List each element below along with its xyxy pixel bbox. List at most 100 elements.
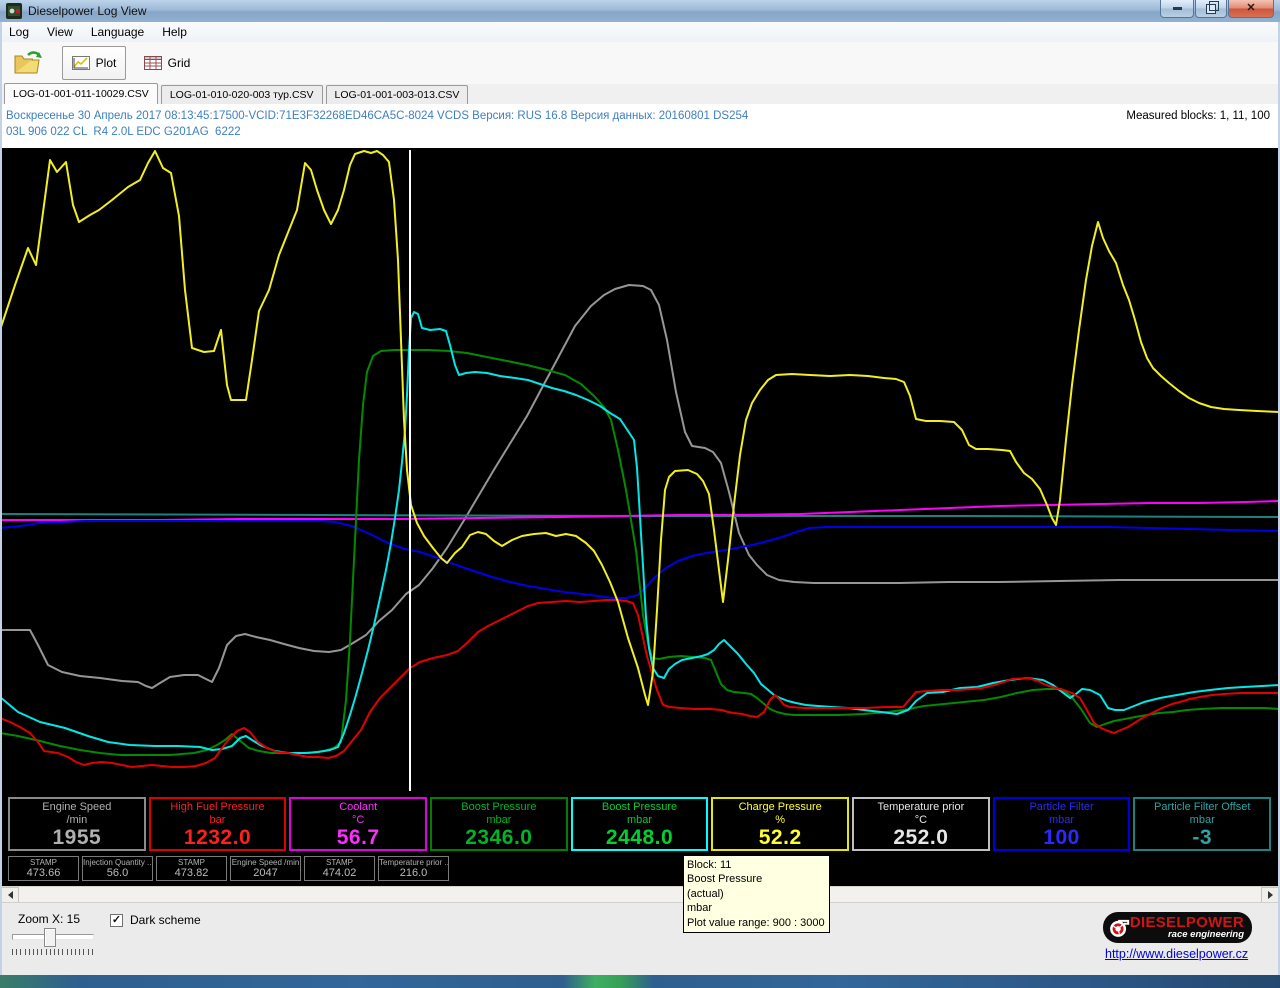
mini-panel-value: 2047 [231,868,300,879]
taskbar-strip [0,975,1280,988]
tooltip-line-4: Plot value range: 900 : 3000 [687,916,826,930]
slider-tick [67,949,68,955]
panel-value: -3 [1135,826,1269,850]
file-tab-2[interactable]: LOG-01-001-003-013.CSV [326,85,469,104]
grid-button-label: Grid [168,56,191,70]
stamp-panels: STAMP473.66Injection Quantity ...56.0STA… [8,856,449,881]
mini-panel-0[interactable]: STAMP473.66 [8,856,79,881]
slider-tick [79,949,80,955]
open-folder-icon [13,50,43,76]
close-icon: ✕ [1246,3,1255,14]
dieselpower-logo: DIESELPOWER race engineering [1103,912,1252,943]
logo-title: DIESELPOWER [1130,915,1244,930]
restore-icon [1206,4,1216,14]
slider-tick [83,949,84,955]
panel-label: Engine Speed [10,801,144,814]
panel-particle-filter[interactable]: Particle Filtermbar100 [993,797,1131,851]
horizontal-scrollbar[interactable] [0,886,1280,903]
panel-label: Boost Pressure [432,801,566,814]
mini-panel-1[interactable]: Injection Quantity ...56.0 [82,856,153,881]
panel-value: 100 [995,826,1129,850]
measured-blocks-label: Measured blocks: 1, 11, 100 [1126,110,1270,122]
slider-tick [46,949,47,955]
panel-boost-pressure[interactable]: Boost Pressurembar2346.0 [430,797,568,851]
panel-unit: mbar [1135,814,1269,826]
series-high-fuel-pressure-red [0,600,1280,767]
grid-view-button[interactable]: Grid [136,46,198,80]
dark-scheme-checkbox[interactable]: ✓ [110,914,123,927]
slider-tick [71,949,72,955]
tooltip-line-1: Boost Pressure [687,872,826,886]
bottom-control-bar: Zoom X: 15 ✓ Dark scheme DIESELPOWER rac… [0,902,1280,976]
slider-tick [29,949,30,955]
panel-unit: bar [151,814,285,826]
slider-tick [33,949,34,955]
toolbar: Plot Grid [0,42,1280,85]
mini-panel-2[interactable]: STAMP473.82 [156,856,227,881]
open-file-button[interactable] [8,46,48,80]
measurement-panel-strip: Engine Speed/min1955High Fuel Pressureba… [0,793,1280,886]
window-title: Dieselpower Log View [28,0,147,22]
panel-unit: /min [10,814,144,826]
slider-tick [37,949,38,955]
panel-charge-pressure[interactable]: Charge Pressure%52.2 [711,797,849,851]
mini-panel-5[interactable]: Temperature prior ...216.0 [378,856,449,881]
window-border-left [0,22,2,975]
series-tooltip: Block: 11Boost Pressure(actual)mbarPlot … [683,855,830,933]
website-link[interactable]: http://www.dieselpower.cz [1105,947,1248,961]
scroll-left-button[interactable] [1,887,19,903]
mini-panel-value: 473.66 [9,868,78,879]
zoom-slider-thumb[interactable] [44,928,56,947]
mini-panel-value: 473.82 [157,868,226,879]
measurement-panels: Engine Speed/min1955High Fuel Pressureba… [8,797,1271,851]
logo-text: DIESELPOWER race engineering [1130,915,1244,940]
mini-panel-4[interactable]: STAMP474.02 [304,856,375,881]
slider-tick [20,949,21,955]
dark-scheme-label: Dark scheme [130,913,201,927]
plot-button-label: Plot [96,56,117,70]
plot-area[interactable] [0,148,1280,793]
panel-high-fuel-pressure[interactable]: High Fuel Pressurebar1232.0 [149,797,287,851]
panel-particle-filter-offset[interactable]: Particle Filter Offsetmbar-3 [1133,797,1271,851]
log-info-line1: Воскресенье 30 Апрель 2017 08:13:45:1750… [6,110,748,122]
panel-coolant[interactable]: Coolant°C56.7 [289,797,427,851]
plot-icon [72,56,90,70]
log-info-line2: 03L 906 022 CL R4 2.0L EDC G201AG 6222 [6,126,241,138]
panel-value: 1232.0 [151,826,285,850]
panel-label: Particle Filter Offset [1135,801,1269,814]
menu-item-language[interactable]: Language [82,22,153,42]
panel-label: Boost Pressure [573,801,707,814]
file-tab-0[interactable]: LOG-01-001-011-10029.CSV [4,83,158,104]
mini-panel-3[interactable]: Engine Speed /min2047 [230,856,301,881]
mini-panel-value: 216.0 [379,868,448,879]
scroll-right-button[interactable] [1261,887,1279,903]
panel-value: 1955 [10,826,144,850]
tooltip-line-3: mbar [687,901,826,915]
panel-value: 2346.0 [432,826,566,850]
panel-boost-pressure[interactable]: Boost Pressurembar2448.0 [571,797,709,851]
panel-unit: °C [291,814,425,826]
zoom-x-label: Zoom X: 15 [18,912,80,926]
close-button[interactable]: ✕ [1228,0,1274,18]
mini-panel-value: 474.02 [305,868,374,879]
slider-tick [92,949,93,955]
menu-item-help[interactable]: Help [153,22,196,42]
file-tab-1[interactable]: LOG-01-010-020-003 тур.CSV [161,85,323,104]
menu-item-view[interactable]: View [38,22,82,42]
slider-tick [16,949,17,955]
mini-panel-value: 56.0 [83,868,152,879]
panel-unit: °C [854,814,988,826]
minimize-button[interactable] [1160,0,1194,18]
restore-button[interactable] [1195,0,1227,18]
slider-tick [50,949,51,955]
panel-unit: mbar [432,814,566,826]
minimize-icon [1173,7,1182,10]
menu-item-log[interactable]: Log [0,22,38,42]
slider-tick [54,949,55,955]
panel-temperature-prior[interactable]: Temperature prior°C252.0 [852,797,990,851]
panel-label: High Fuel Pressure [151,801,285,814]
panel-value: 2448.0 [573,826,707,850]
panel-engine-speed[interactable]: Engine Speed/min1955 [8,797,146,851]
plot-view-button[interactable]: Plot [62,46,126,80]
panel-label: Temperature prior [854,801,988,814]
